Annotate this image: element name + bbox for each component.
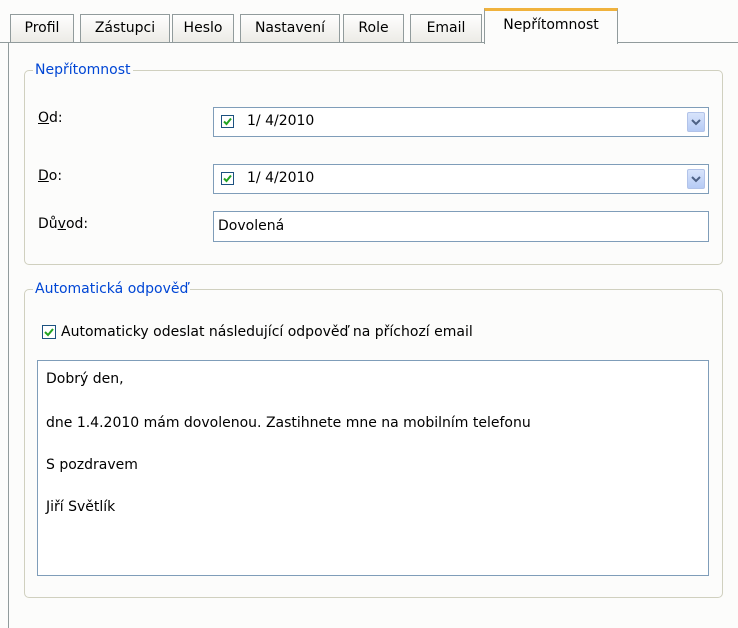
from-date-value: 1/ 4/2010 — [247, 113, 315, 129]
tab-zastupci[interactable]: Zástupci — [80, 14, 170, 42]
tab-nastaveni[interactable]: Nastavení — [240, 14, 340, 42]
chevron-down-icon — [691, 119, 701, 126]
autoreply-checkbox-label[interactable]: Automaticky odeslat následující odpověď … — [61, 324, 473, 340]
message-line: dne 1.4.2010 mám dovolenou. Zastihnete m… — [46, 415, 531, 431]
from-enable-checkbox[interactable] — [221, 115, 234, 128]
reason-value: Dovolená — [218, 218, 285, 234]
reason-input[interactable]: Dovolená — [213, 211, 709, 242]
panel-left-border — [8, 43, 9, 628]
autoreply-message-textarea[interactable]: Dobrý den, dne 1.4.2010 mám dovolenou. Z… — [37, 360, 709, 576]
to-label: Do: — [38, 168, 63, 184]
tab-email[interactable]: Email — [410, 14, 482, 42]
check-icon — [223, 174, 232, 183]
tab-strip: Profil Zástupci Heslo Nastavení Role Ema… — [0, 0, 738, 44]
message-line: Dobrý den, — [46, 371, 124, 387]
to-date-picker[interactable]: 1/ 4/2010 — [213, 164, 709, 194]
tab-profil[interactable]: Profil — [10, 14, 74, 42]
tab-heslo[interactable]: Heslo — [172, 14, 234, 42]
to-dropdown-button[interactable] — [687, 169, 705, 189]
from-label: Od: — [38, 110, 63, 126]
message-line: S pozdravem — [46, 457, 138, 473]
autoreply-legend: Automatická odpověď — [35, 281, 189, 297]
message-line: Jiří Světlík — [46, 499, 116, 515]
tab-divider — [0, 42, 738, 43]
tab-role[interactable]: Role — [343, 14, 404, 42]
chevron-down-icon — [691, 176, 701, 183]
to-enable-checkbox[interactable] — [221, 172, 234, 185]
reason-label: Důvod: — [38, 216, 89, 232]
from-date-picker[interactable]: 1/ 4/2010 — [213, 107, 709, 137]
from-dropdown-button[interactable] — [687, 112, 705, 132]
absence-legend: Nepřítomnost — [35, 62, 131, 78]
to-date-value: 1/ 4/2010 — [247, 170, 315, 186]
tab-nepritomnost[interactable]: Nepřítomnost — [484, 8, 618, 44]
check-icon — [44, 328, 54, 337]
check-icon — [223, 117, 232, 126]
autoreply-checkbox[interactable] — [42, 325, 56, 339]
